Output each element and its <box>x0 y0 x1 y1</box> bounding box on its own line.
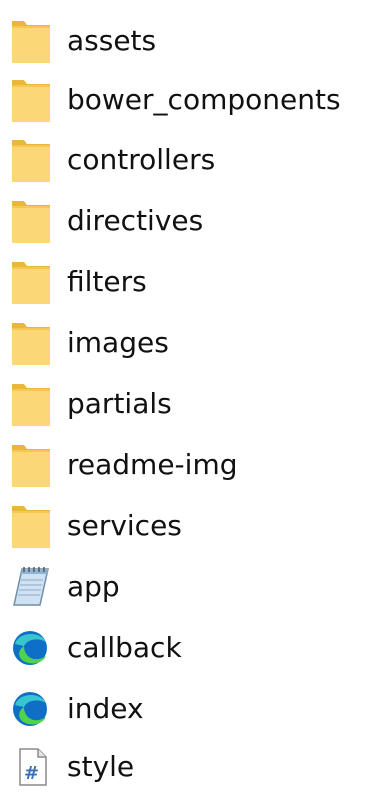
folder-icon <box>10 258 52 306</box>
item-label: filters <box>67 265 147 298</box>
item-label: directives <box>67 204 204 237</box>
list-item-app[interactable]: app <box>0 558 379 616</box>
list-item-readme-img[interactable]: readme-img <box>0 436 379 494</box>
list-item-bower-components[interactable]: bower_components <box>0 71 379 129</box>
item-label: style <box>67 750 135 783</box>
item-label: images <box>67 326 169 359</box>
css-file-icon: # <box>10 745 52 793</box>
folder-icon <box>10 441 52 489</box>
item-label: readme-img <box>67 448 238 481</box>
item-label: partials <box>67 387 172 420</box>
item-label: assets <box>67 24 157 57</box>
folder-icon <box>10 76 52 124</box>
list-item-directives[interactable]: directives <box>0 192 379 250</box>
item-label: app <box>67 570 120 603</box>
list-item-style[interactable]: # style <box>0 738 379 796</box>
item-label: callback <box>67 631 182 664</box>
list-item-filters[interactable]: filters <box>0 253 379 311</box>
folder-icon <box>10 319 52 367</box>
item-label: bower_components <box>67 83 341 116</box>
item-label: index <box>67 692 144 725</box>
folder-icon <box>10 136 52 184</box>
svg-text:#: # <box>24 763 39 784</box>
folder-icon <box>10 502 52 550</box>
list-item-services[interactable]: services <box>0 497 379 555</box>
list-item-images[interactable]: images <box>0 314 379 372</box>
item-label: controllers <box>67 143 216 176</box>
list-item-controllers[interactable]: controllers <box>0 131 379 189</box>
list-item-partials[interactable]: partials <box>0 375 379 433</box>
folder-icon <box>10 17 52 65</box>
list-item-index[interactable]: index <box>0 680 379 738</box>
folder-icon <box>10 197 52 245</box>
edge-html-file-icon <box>10 687 52 735</box>
file-list: assets bower_components controllers dire… <box>0 0 379 796</box>
item-label: services <box>67 509 182 542</box>
edge-html-file-icon <box>10 626 52 674</box>
list-item-assets[interactable]: assets <box>0 12 379 70</box>
list-item-callback[interactable]: callback <box>0 619 379 677</box>
notepad-file-icon <box>10 565 52 613</box>
folder-icon <box>10 380 52 428</box>
